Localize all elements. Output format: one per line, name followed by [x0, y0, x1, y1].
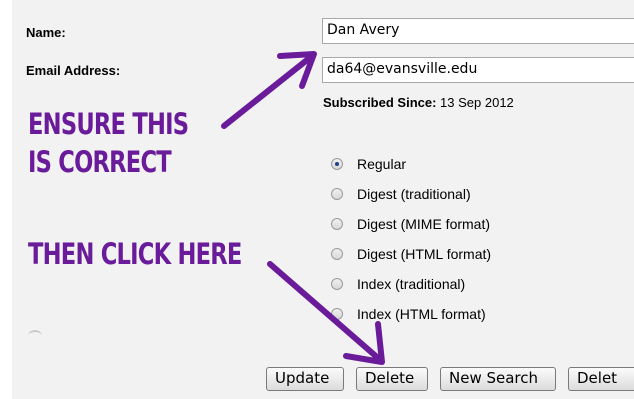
- arrow-to-delete: [267, 261, 381, 361]
- update-button[interactable]: Update: [266, 367, 344, 391]
- delete-button[interactable]: Delete: [356, 367, 428, 391]
- annotation-arrows: [221, 51, 385, 365]
- arrow-to-fields: [221, 53, 315, 129]
- delete-button-secondary[interactable]: Delet: [568, 367, 634, 391]
- new-search-button[interactable]: New Search: [440, 367, 556, 391]
